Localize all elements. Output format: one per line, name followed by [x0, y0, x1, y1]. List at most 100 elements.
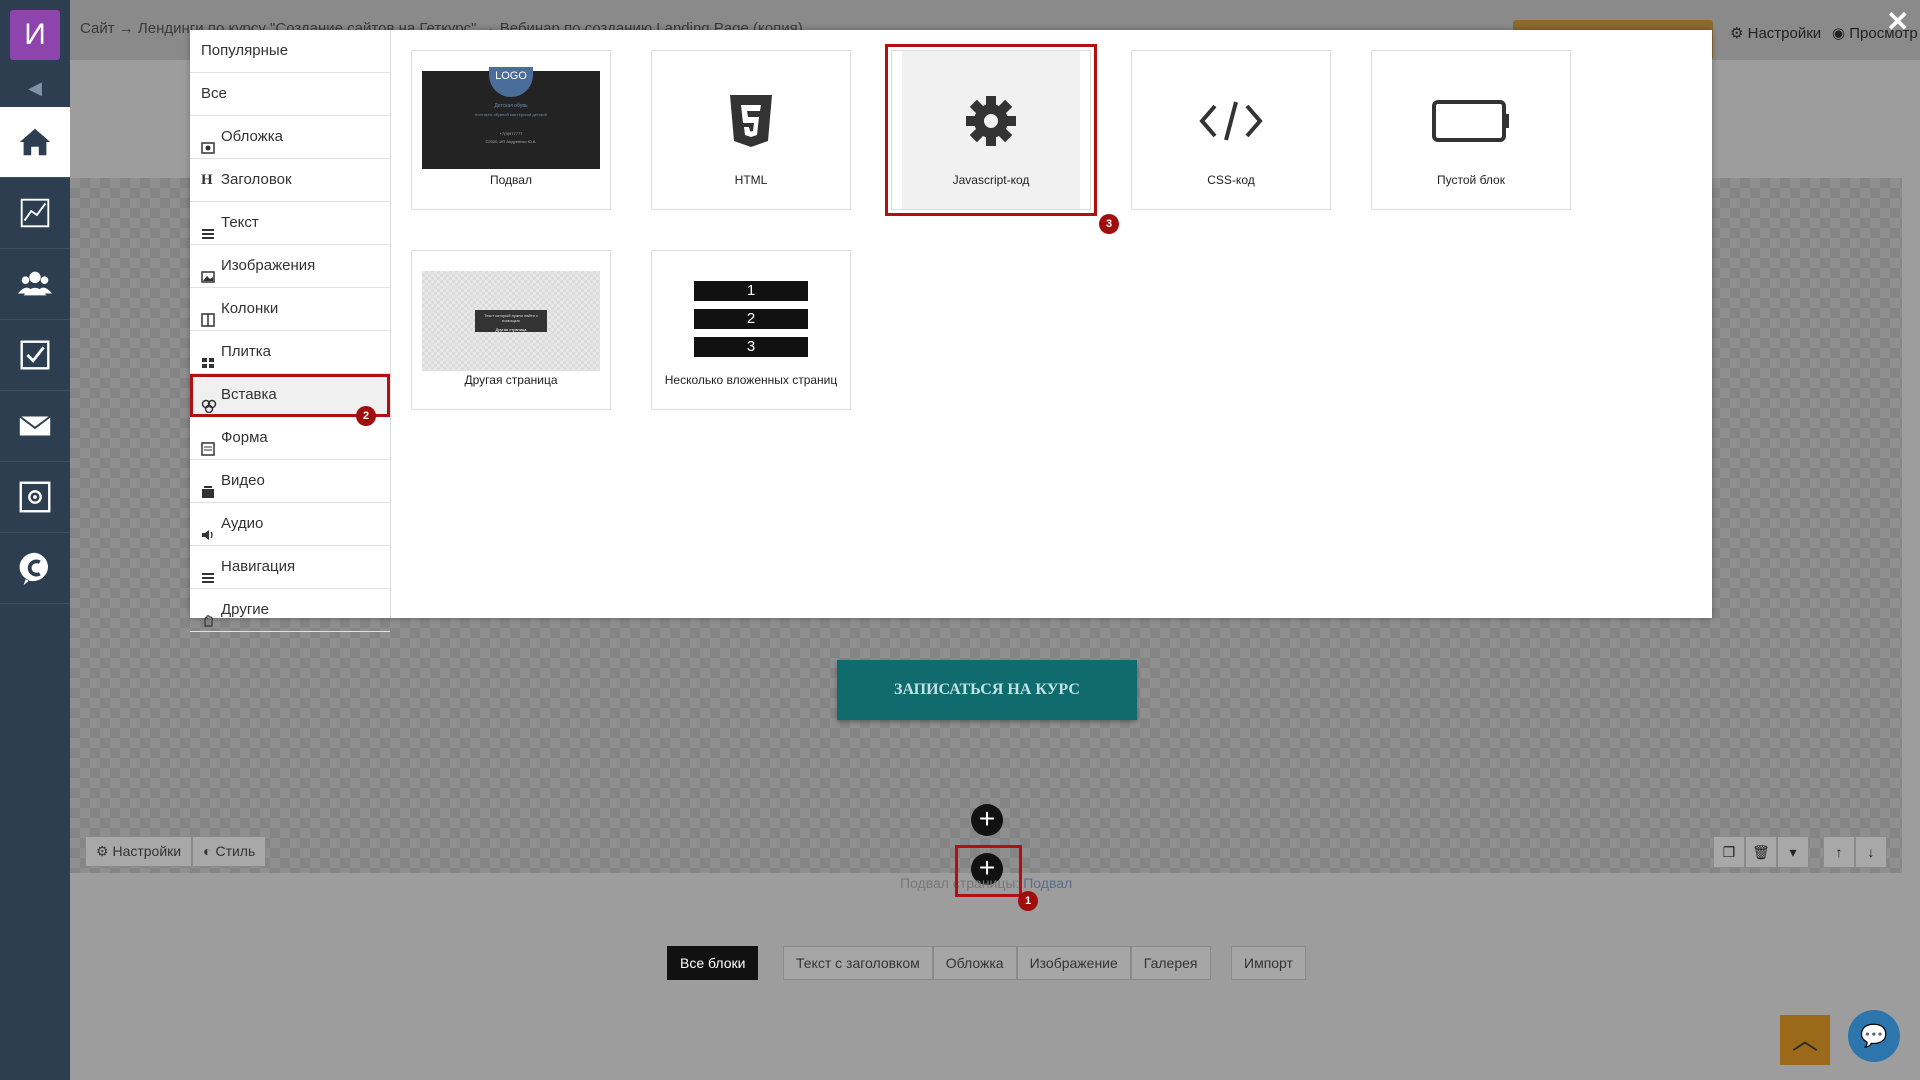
- category-other[interactable]: Другие: [190, 589, 390, 632]
- nav-icon: [201, 560, 215, 583]
- nav-tasks[interactable]: [0, 320, 70, 391]
- block-card-label: Javascript-код: [952, 173, 1030, 187]
- scroll-up-button[interactable]: ︿: [1780, 1015, 1830, 1065]
- arrow-up-icon[interactable]: ↑: [1823, 836, 1855, 868]
- chat-widget-icon[interactable]: 💬: [1848, 1010, 1900, 1062]
- left-nav: И ◀︎: [0, 0, 70, 1080]
- block-card-label: HTML: [734, 173, 768, 187]
- tab-image[interactable]: Изображение: [1016, 946, 1131, 980]
- category-navigation[interactable]: Навигация: [190, 546, 390, 589]
- move-actions: ↑ ↓: [1823, 836, 1887, 868]
- tab-text-with-header[interactable]: Текст с заголовком: [783, 946, 933, 980]
- insert-icon: [201, 388, 217, 414]
- home-icon: [19, 128, 51, 156]
- block-card-other-page[interactable]: Текст который нужно найти с помощью Друг…: [411, 250, 611, 410]
- category-label: Популярные: [201, 42, 289, 59]
- block-toolbar: ⚙ Настройки ◐ Стиль: [85, 836, 267, 867]
- audio-icon: [201, 517, 215, 540]
- empty-block-icon: [1382, 71, 1560, 171]
- nav-mail[interactable]: [0, 391, 70, 462]
- block-actions: ❐ 🗑 ▾: [1713, 836, 1809, 868]
- settings-link[interactable]: ⚙ Настройки: [1730, 24, 1821, 42]
- category-label: Видео: [221, 472, 265, 489]
- close-icon[interactable]: ✕: [1886, 8, 1909, 36]
- thumb-text: +7(9)977777: [499, 131, 523, 136]
- eye-icon: ◉: [1832, 25, 1846, 42]
- chart-icon: [20, 198, 50, 228]
- category-audio[interactable]: Аудио: [190, 503, 390, 546]
- category-cover[interactable]: Обложка: [190, 116, 390, 159]
- import-tab-wrap: Импорт: [1231, 946, 1306, 980]
- block-card-css[interactable]: CSS-код: [1131, 50, 1331, 210]
- block-card-label: Несколько вложенных страниц: [664, 373, 838, 387]
- tab-gallery[interactable]: Галерея: [1130, 946, 1211, 980]
- safe-icon: [19, 481, 51, 513]
- contrast-icon: ◐: [203, 843, 212, 859]
- cta-button[interactable]: ЗАПИСАТЬСЯ НА КУРС: [837, 660, 1137, 720]
- block-picker-modal: Популярные Все Обложка H Заголовок Текст …: [190, 30, 1712, 632]
- annotation-badge-2: 2: [356, 406, 376, 426]
- category-label: Все: [201, 85, 227, 102]
- block-card-html[interactable]: HTML: [651, 50, 851, 210]
- thumb-text: Детская обувь: [494, 103, 528, 109]
- category-label: Аудио: [221, 515, 264, 532]
- footer-label-link[interactable]: Подвал: [1023, 875, 1072, 891]
- chat-c-icon: [19, 552, 48, 586]
- header-icon: H: [201, 172, 213, 188]
- block-card-label: Другая страница: [464, 373, 558, 387]
- dropdown-caret-icon[interactable]: ▾: [1777, 836, 1809, 868]
- tab-cover[interactable]: Обложка: [932, 946, 1017, 980]
- category-columns[interactable]: Колонки: [190, 288, 390, 331]
- text-icon: [201, 216, 215, 239]
- category-popular[interactable]: Популярные: [190, 30, 390, 73]
- users-icon: [17, 271, 53, 296]
- category-images[interactable]: Изображения: [190, 245, 390, 288]
- block-card-label: Подвал: [490, 173, 532, 187]
- copy-icon[interactable]: ❐: [1713, 836, 1745, 868]
- block-card-javascript[interactable]: Javascript-код: [885, 44, 1097, 216]
- block-card-label: CSS-код: [1207, 173, 1255, 187]
- block-card-empty[interactable]: Пустой блок: [1371, 50, 1571, 210]
- form-icon: [201, 431, 215, 456]
- category-label: Навигация: [221, 558, 296, 575]
- avatar[interactable]: И: [10, 10, 60, 60]
- nested-pages-thumb: 1 2 3: [662, 281, 840, 381]
- nav-home[interactable]: [0, 107, 70, 178]
- category-label: Колонки: [221, 300, 279, 317]
- category-label: Обложка: [221, 128, 283, 145]
- thumb-text: Текст который нужно найти с помощью: [484, 313, 538, 323]
- category-all[interactable]: Все: [190, 73, 390, 116]
- import-button[interactable]: Импорт: [1231, 946, 1306, 980]
- annotation-box-1: [955, 845, 1022, 897]
- category-tiles[interactable]: Плитка: [190, 331, 390, 374]
- other-page-thumb: Текст который нужно найти с помощью Друг…: [422, 271, 600, 371]
- block-card-footer[interactable]: LOGO Детская обувь Контакты обувной маст…: [411, 50, 611, 210]
- category-video[interactable]: Видео: [190, 460, 390, 503]
- nav-users[interactable]: [0, 249, 70, 320]
- arrow-down-icon[interactable]: ↓: [1855, 836, 1887, 868]
- footer-thumb: LOGO Детская обувь Контакты обувной маст…: [422, 67, 600, 169]
- image-icon: [201, 259, 215, 283]
- category-header[interactable]: H Заголовок: [190, 159, 390, 202]
- nav-safe[interactable]: [0, 462, 70, 533]
- trash-icon[interactable]: 🗑: [1745, 836, 1777, 868]
- annotation-badge-3: 3: [1099, 214, 1119, 234]
- nav-chat[interactable]: [0, 533, 70, 604]
- category-text[interactable]: Текст: [190, 202, 390, 245]
- block-style-label: Стиль: [215, 843, 256, 859]
- chevron-up-icon: ︿: [1791, 1025, 1818, 1055]
- speaker-icon[interactable]: ◀︎: [0, 70, 70, 106]
- tab-all-blocks[interactable]: Все блоки: [667, 946, 759, 980]
- add-block-plus-icon[interactable]: +: [971, 804, 1003, 836]
- thumb-text: Другая страница: [495, 327, 527, 332]
- block-style-button[interactable]: ◐ Стиль: [192, 836, 267, 867]
- cover-icon: [201, 130, 215, 154]
- bottom-panel: [70, 895, 1920, 1080]
- settings-label: Настройки: [1747, 25, 1822, 42]
- nav-stats[interactable]: [0, 178, 70, 249]
- block-card-label: Пустой блок: [1437, 173, 1505, 187]
- code-icon: [1142, 71, 1320, 171]
- category-label: Другие: [221, 601, 270, 618]
- block-settings-button[interactable]: ⚙ Настройки: [85, 836, 193, 867]
- block-card-nested-pages[interactable]: 1 2 3 Несколько вложенных страниц: [651, 250, 851, 410]
